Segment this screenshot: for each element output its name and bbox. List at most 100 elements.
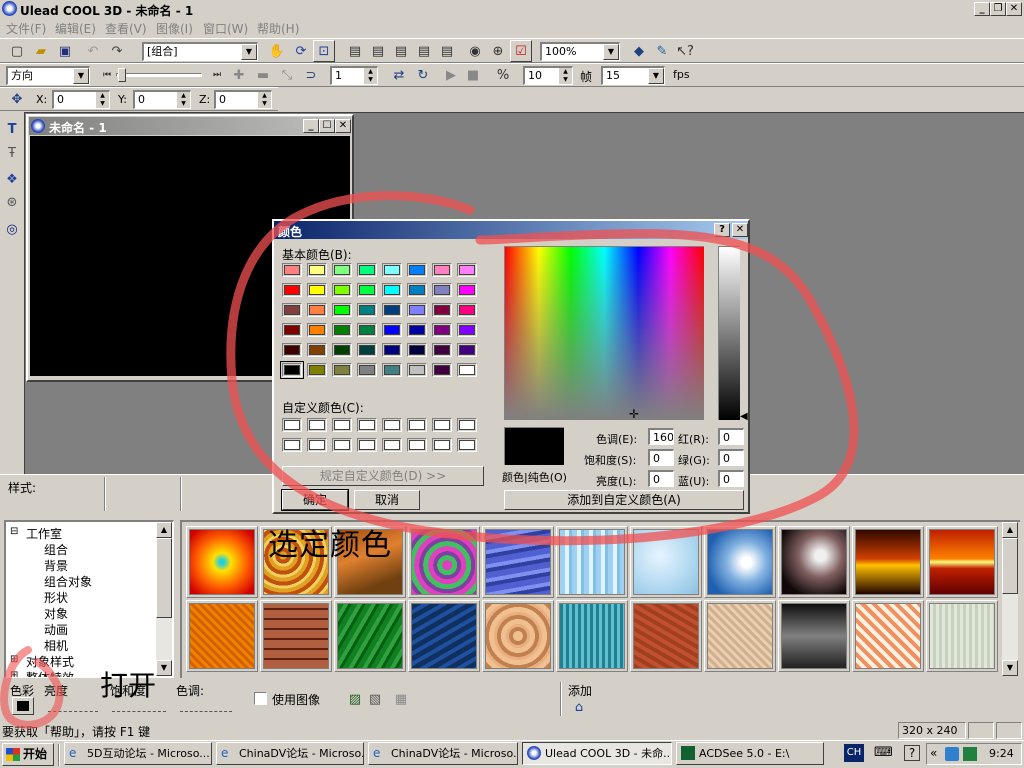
start-button[interactable]: 开始 <box>2 743 54 766</box>
tree-item[interactable]: 形状 <box>44 589 68 606</box>
custom-color-swatch[interactable] <box>407 438 427 452</box>
basic-color-swatch[interactable] <box>307 263 327 277</box>
basic-color-swatch[interactable] <box>307 323 327 337</box>
color-swatch-button[interactable] <box>12 697 34 715</box>
texture-thumb[interactable] <box>704 526 776 598</box>
document-minimize-button[interactable]: _ <box>303 119 319 133</box>
custom-color-swatch[interactable] <box>332 438 352 452</box>
menu-image[interactable]: 图像(I) <box>156 20 193 37</box>
basic-color-swatch[interactable] <box>432 363 452 377</box>
basic-color-swatch[interactable] <box>382 363 402 377</box>
basic-color-swatch[interactable] <box>457 263 477 277</box>
lum-field[interactable]: 0 <box>648 470 674 487</box>
basic-color-swatch[interactable] <box>357 303 377 317</box>
tree-item[interactable]: 对象样式 <box>26 653 74 670</box>
basic-color-swatch[interactable] <box>432 303 452 317</box>
custom-color-swatch[interactable] <box>307 438 327 452</box>
reverse-icon[interactable]: ⤡ <box>276 64 298 86</box>
add-to-gallery-icon[interactable]: ⌂ <box>568 696 590 718</box>
texture-thumb[interactable] <box>852 600 924 672</box>
hue-slider[interactable] <box>180 702 232 712</box>
insert-object-icon[interactable]: ❖ <box>1 168 23 190</box>
custom-color-swatch[interactable] <box>382 438 402 452</box>
load-image-icon[interactable]: ▨ <box>344 688 366 710</box>
tree-root[interactable]: 工作室 <box>26 525 62 542</box>
add-keyframe-icon[interactable]: ✚ <box>228 64 250 86</box>
shape-icon[interactable]: ◎ <box>1 218 23 240</box>
texture-thumb[interactable] <box>408 600 480 672</box>
gallery-scrollbar[interactable]: ▲ ▼ <box>1002 522 1018 676</box>
direction-combo[interactable]: 方向 ▼ <box>6 66 90 85</box>
basic-color-swatch[interactable] <box>357 363 377 377</box>
basic-color-swatch[interactable] <box>432 283 452 297</box>
custom-color-swatch[interactable] <box>382 418 402 432</box>
tree-scrollbar[interactable]: ▲ ▼ <box>156 522 172 676</box>
red-field[interactable]: 0 <box>718 428 744 445</box>
chevron-down-icon[interactable]: ▼ <box>241 44 257 60</box>
custom-color-swatch[interactable] <box>407 418 427 432</box>
undo-icon[interactable]: ↶ <box>82 40 104 62</box>
redo-icon[interactable]: ↷ <box>106 40 128 62</box>
add-to-custom-colors-button[interactable]: 添加到自定义颜色(A) <box>504 490 744 510</box>
taskbar-item-acdsee[interactable]: ACDSee 5.0 - E:\ <box>676 742 824 765</box>
basic-color-swatch[interactable] <box>307 303 327 317</box>
dialog-close-button[interactable]: ✕ <box>732 223 748 237</box>
use-image-checkbox[interactable] <box>254 692 267 705</box>
texture-thumb[interactable] <box>926 600 998 672</box>
basic-color-swatch[interactable] <box>382 263 402 277</box>
taskbar-item-cool3d[interactable]: Ulead COOL 3D - 未命... <box>522 742 672 765</box>
custom-color-swatch[interactable] <box>432 438 452 452</box>
ok-button[interactable]: 确定 <box>281 489 349 511</box>
end-icon[interactable]: ⏭ <box>206 64 228 86</box>
basic-color-swatch[interactable] <box>457 283 477 297</box>
size-icon[interactable]: ⊡ <box>313 40 335 62</box>
custom-color-swatch[interactable] <box>357 438 377 452</box>
basic-color-swatch[interactable] <box>432 263 452 277</box>
texture-thumb[interactable] <box>260 600 332 672</box>
taskbar-item-ie[interactable]: e ChinaDV论坛 - Microso... <box>368 742 518 765</box>
position-icon[interactable]: ✥ <box>6 88 28 110</box>
hand-icon[interactable]: ✋ <box>266 40 288 62</box>
help-icon[interactable]: ? <box>904 745 920 761</box>
globe-icon[interactable]: ⊕ <box>487 40 509 62</box>
edit-text-icon[interactable]: Ŧ <box>1 142 23 164</box>
sat-field[interactable]: 0 <box>648 449 674 466</box>
texture-thumb[interactable] <box>186 526 258 598</box>
tree-expand-icon[interactable]: ⊞ <box>10 654 18 665</box>
document-close-button[interactable]: ✕ <box>335 119 351 133</box>
basic-color-swatch[interactable] <box>307 343 327 357</box>
app-close-button[interactable]: ✕ <box>1006 2 1022 16</box>
view-icon-2[interactable]: ▤ <box>367 40 389 62</box>
luminance-bar[interactable] <box>718 246 740 420</box>
texture-thumb[interactable] <box>408 526 480 598</box>
basic-color-swatch[interactable] <box>332 363 352 377</box>
tree-item[interactable]: 对象 <box>44 605 68 622</box>
texture-thumb[interactable] <box>630 600 702 672</box>
app-minimize-button[interactable]: _ <box>974 2 990 16</box>
basic-color-swatch[interactable] <box>382 283 402 297</box>
rewind-icon[interactable]: ⏮ <box>96 64 118 86</box>
basic-color-swatch[interactable] <box>382 343 402 357</box>
basic-color-swatch[interactable] <box>432 343 452 357</box>
basic-color-swatch[interactable] <box>307 363 327 377</box>
basic-color-swatch[interactable] <box>457 303 477 317</box>
loop-icon[interactable]: ⇄ <box>388 64 410 86</box>
menu-window[interactable]: 窗口(W) <box>203 20 248 37</box>
camera-icon[interactable]: ◉ <box>464 40 486 62</box>
tree-item[interactable]: 组合对象 <box>44 573 92 590</box>
basic-color-swatch[interactable] <box>332 263 352 277</box>
basic-color-swatch[interactable] <box>332 323 352 337</box>
fps-spinner[interactable]: ▲ ▼ <box>558 68 572 84</box>
tree-expand-icon[interactable]: ⊞ <box>10 670 18 677</box>
slider-thumb[interactable] <box>118 68 126 82</box>
custom-color-swatch[interactable] <box>282 418 302 432</box>
custom-color-swatch[interactable] <box>432 418 452 432</box>
network-icon[interactable] <box>945 747 959 761</box>
basic-color-swatch[interactable] <box>357 343 377 357</box>
curve-icon[interactable]: ⊃ <box>300 64 322 86</box>
taskbar-item-ie[interactable]: e 5D互动论坛 - Microso... <box>64 742 212 765</box>
basic-color-swatch[interactable] <box>382 303 402 317</box>
dialog-help-button[interactable]: ? <box>714 223 730 237</box>
menu-view[interactable]: 查看(V) <box>105 20 147 37</box>
document-maximize-button[interactable]: ☐ <box>319 119 335 133</box>
